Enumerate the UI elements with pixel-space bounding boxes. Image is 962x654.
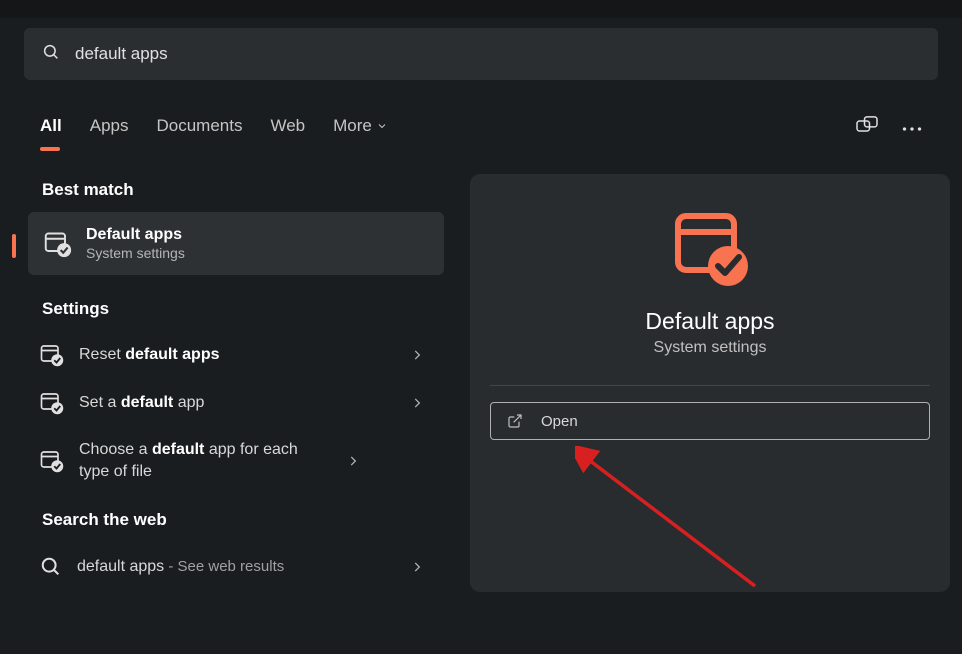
chevron-right-icon [410, 348, 424, 362]
window-titlebar [0, 0, 962, 18]
best-match-title: Default apps [86, 226, 185, 244]
detail-divider [490, 385, 930, 386]
tab-actions [856, 116, 922, 141]
setting-set-default-app[interactable]: Set a default app [40, 379, 458, 427]
chevron-right-icon [346, 454, 360, 468]
chevron-right-icon [410, 396, 424, 410]
open-button-label: Open [541, 413, 578, 430]
search-web-section: Search the web default apps - See web re… [42, 510, 458, 592]
detail-title: Default apps [645, 308, 774, 335]
tab-all[interactable]: All [40, 116, 62, 140]
search-icon [42, 43, 60, 66]
search-web-header: Search the web [42, 510, 458, 530]
default-apps-icon [40, 343, 64, 367]
chevron-down-icon [376, 120, 388, 132]
web-result-text: default apps - See web results [77, 556, 395, 578]
filter-tabs: All Apps Documents Web More [40, 116, 388, 140]
setting-choose-default-filetype[interactable]: Choose a default app for each type of fi… [40, 427, 458, 494]
content-area: Best match Default apps System settings … [0, 174, 962, 592]
search-query: default apps [75, 44, 168, 64]
default-apps-icon [40, 391, 64, 415]
open-external-icon [507, 413, 523, 429]
web-result-item[interactable]: default apps - See web results [40, 542, 458, 592]
results-column: Best match Default apps System settings … [12, 174, 458, 592]
search-bar[interactable]: default apps [24, 28, 938, 80]
best-match-header: Best match [42, 180, 458, 200]
filter-tabs-row: All Apps Documents Web More [0, 104, 962, 152]
tab-documents[interactable]: Documents [156, 116, 242, 140]
best-match-item[interactable]: Default apps System settings [28, 212, 444, 275]
settings-header: Settings [42, 299, 458, 319]
detail-pane: Default apps System settings Open [470, 174, 950, 592]
open-button[interactable]: Open [490, 402, 930, 440]
default-apps-icon [40, 449, 64, 473]
tab-web[interactable]: Web [270, 116, 305, 140]
detail-subtitle: System settings [654, 339, 767, 357]
setting-text: Choose a default app for each type of fi… [79, 439, 331, 482]
setting-text: Reset default apps [79, 344, 395, 366]
tab-more[interactable]: More [333, 116, 388, 140]
default-apps-icon [44, 230, 72, 258]
search-icon [40, 556, 62, 578]
default-apps-big-icon [670, 210, 750, 290]
settings-section: Settings Reset default apps Set a defaul… [42, 299, 458, 494]
feedback-icon[interactable] [856, 116, 878, 141]
tab-more-label: More [333, 116, 372, 136]
setting-reset-default-apps[interactable]: Reset default apps [40, 331, 458, 379]
chevron-right-icon [410, 560, 424, 574]
setting-text: Set a default app [79, 392, 395, 414]
more-icon[interactable] [902, 119, 922, 137]
best-match-subtitle: System settings [86, 245, 185, 261]
best-match-text: Default apps System settings [86, 226, 185, 261]
tab-apps[interactable]: Apps [90, 116, 129, 140]
